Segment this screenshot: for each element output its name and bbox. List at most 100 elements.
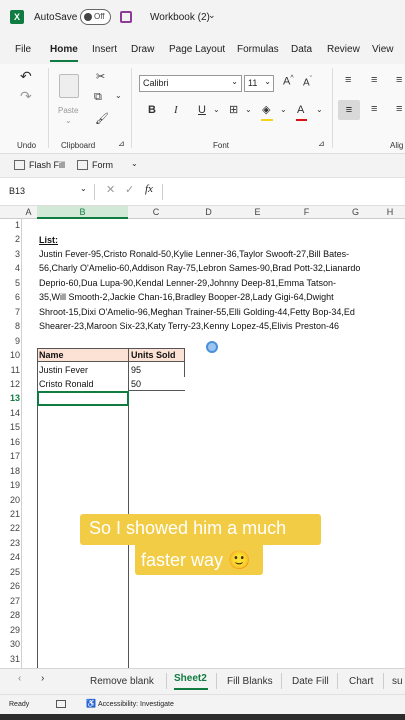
formula-input[interactable] [170,182,400,200]
align-middle-icon[interactable]: ≡ [371,74,377,86]
table-cell-units[interactable]: 95 [131,365,141,375]
list-line[interactable]: 56,Charly O'Amelio-60,Addison Ray-75,Leb… [39,263,360,273]
bold-button[interactable]: B [148,104,156,116]
align-right-icon[interactable]: ≡ [396,103,402,115]
row-header[interactable]: 12 [0,379,20,389]
menu-draw[interactable]: Draw [131,44,154,55]
accessibility-icon[interactable]: ♿ [86,699,96,708]
row-header[interactable]: 16 [0,437,20,447]
table-cell-name[interactable]: Cristo Ronald [39,379,94,389]
tab-date-fill[interactable]: Date Fill [292,676,329,687]
redo-icon[interactable]: ↷ [20,88,32,105]
copy-icon[interactable]: ⧉ [94,91,102,104]
row-header[interactable]: 18 [0,466,20,476]
row-header[interactable]: 13 [0,393,20,403]
row-header[interactable]: 1 [0,220,20,230]
form-button[interactable]: Form [92,160,113,170]
menu-file[interactable]: File [15,44,31,55]
row-header[interactable]: 27 [0,596,20,606]
col-header[interactable]: F [282,207,331,217]
status-accessibility[interactable]: Accessibility: Investigate [98,701,174,708]
align-bottom-icon[interactable]: ≡ [396,74,402,86]
font-launcher-icon[interactable]: ⊿ [318,139,325,148]
format-painter-icon[interactable]: 🖌 [95,112,109,125]
row-header[interactable]: 31 [0,654,20,664]
row-header[interactable]: 22 [0,523,20,533]
menu-page-layout[interactable]: Page Layout [169,44,225,55]
undo-icon[interactable]: ↶ [20,68,32,85]
col-header[interactable]: H [380,207,400,217]
row-header[interactable]: 28 [0,610,20,620]
row-header[interactable]: 21 [0,509,20,519]
macro-record-icon[interactable] [56,700,66,708]
row-header[interactable]: 14 [0,408,20,418]
align-left-button[interactable]: ≡ [338,100,360,120]
copy-chevron-icon[interactable]: ⌄ [115,91,122,100]
enter-icon[interactable]: ✓ [125,183,134,196]
spreadsheet-grid[interactable]: A B C D E F G H 1 2 3 4 5 6 7 8 9 10 11 12 13 14 15 16 1… [0,206,405,668]
list-line[interactable]: Justin Fever-95,Cristo Ronald-50,Kylie L… [39,249,349,259]
menu-formulas[interactable]: Formulas [237,44,279,55]
font-color-chevron-icon[interactable]: ⌄ [316,105,323,114]
align-top-icon[interactable]: ≡ [345,74,351,86]
insert-function-button[interactable]: fx [145,183,153,195]
row-header[interactable]: 19 [0,480,20,490]
table-header-units[interactable]: Units Sold [131,350,176,360]
save-icon[interactable] [120,11,132,23]
list-line[interactable]: Shroot-15,Dixi O'Amelio-96,Meghan Traine… [39,307,355,317]
flash-fill-button[interactable]: Flash Fill [29,160,65,170]
col-header[interactable]: B [37,207,128,217]
align-center-icon[interactable]: ≡ [371,103,377,115]
menu-insert[interactable]: Insert [92,44,117,55]
col-header[interactable]: D [184,207,233,217]
table-cell-name[interactable]: Justin Fever [39,365,88,375]
row-header[interactable]: 8 [0,321,20,331]
tab-chart[interactable]: Chart [349,676,373,687]
list-line[interactable]: Deprio-60,Dua Lupa-90,Kendal Lenner-29,J… [39,278,336,288]
col-header[interactable]: E [233,207,282,217]
row-header[interactable]: 5 [0,278,20,288]
row-header[interactable]: 23 [0,538,20,548]
row-header[interactable]: 10 [0,350,20,360]
paste-label[interactable]: Paste [58,106,78,115]
fill-color-chevron-icon[interactable]: ⌄ [280,105,287,114]
row-header[interactable]: 24 [0,552,20,562]
menu-home[interactable]: Home [50,44,78,55]
row-header[interactable]: 17 [0,451,20,461]
row-header[interactable]: 11 [0,365,20,375]
font-size-select[interactable]: 11 ⌄ [244,75,274,92]
borders-icon[interactable]: ⊞ [229,103,238,116]
font-color-icon[interactable]: A [297,104,304,116]
fill-color-icon[interactable]: ◈ [262,103,270,116]
row-header[interactable]: 30 [0,639,20,649]
name-box[interactable]: B13 [9,186,25,196]
tab-scroll-left-icon[interactable]: ‹ [18,673,21,684]
menu-data[interactable]: Data [291,44,312,55]
col-header[interactable]: A [21,207,36,217]
list-line[interactable]: 35,Will Smooth-2,Jackie Chan-16,Bradley … [39,292,334,302]
list-title[interactable]: List: [39,235,58,245]
row-header[interactable]: 29 [0,625,20,635]
tab-remove-blank[interactable]: Remove blank [90,676,154,687]
customize-toolbar-icon[interactable]: ⌄ [131,159,138,168]
row-header[interactable]: 15 [0,422,20,432]
borders-chevron-icon[interactable]: ⌄ [245,105,252,114]
row-header[interactable]: 3 [0,249,20,259]
row-header[interactable]: 6 [0,292,20,302]
paste-icon[interactable] [59,74,79,98]
row-header[interactable]: 7 [0,307,20,317]
table-cell-units[interactable]: 50 [131,379,141,389]
menu-view[interactable]: View [372,44,394,55]
menu-review[interactable]: Review [327,44,360,55]
table-header-name[interactable]: Name [39,350,64,360]
name-box-chevron-icon[interactable]: ⌄ [80,184,87,193]
tab-su[interactable]: su [392,676,403,687]
list-line[interactable]: Shearer-23,Maroon Six-23,Katy Terry-23,K… [39,321,339,331]
font-name-select[interactable]: Calibri ⌄ [139,75,242,92]
row-header[interactable]: 25 [0,567,20,577]
tab-fill-blanks[interactable]: Fill Blanks [227,676,273,687]
decrease-font-icon[interactable]: Aˇ [303,76,312,88]
chevron-down-icon[interactable]: ⌄ [208,10,216,21]
underline-chevron-icon[interactable]: ⌄ [213,105,220,114]
selected-cell[interactable] [37,391,129,406]
